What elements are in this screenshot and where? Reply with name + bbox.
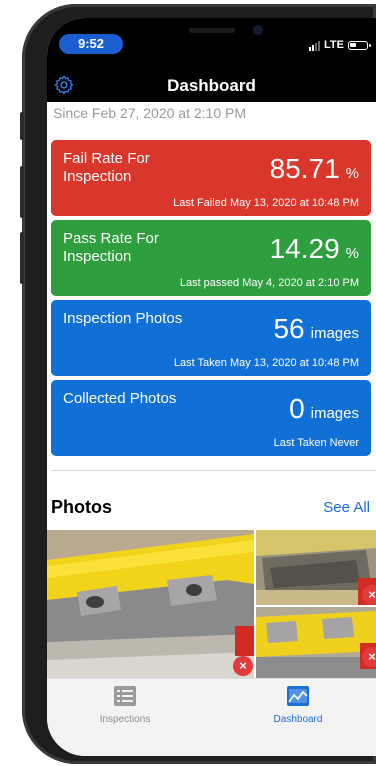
photo-image xyxy=(256,607,376,678)
card-value: 0 images xyxy=(289,394,359,424)
since-text: Since Feb 27, 2020 at 2:10 PM xyxy=(53,105,247,121)
card-label: Pass Rate For Inspection xyxy=(63,230,159,265)
collected-photos-card[interactable]: Collected Photos 0 images Last Taken Neve… xyxy=(51,380,371,456)
list-icon xyxy=(114,686,136,706)
tab-dashboard[interactable]: Dashboard xyxy=(228,685,368,725)
card-value: 14.29% xyxy=(270,234,359,264)
card-subtitle: Last Taken Never xyxy=(273,437,359,449)
card-subtitle: Last Taken May 13, 2020 at 10:48 PM xyxy=(173,357,359,369)
pass-rate-card[interactable]: Pass Rate For Inspection 14.29% Last pas… xyxy=(51,220,371,296)
delete-photo-button[interactable]: × xyxy=(362,585,376,605)
card-unit: images xyxy=(310,325,359,342)
app-screen: 9:52 LTE Dashboard Since Feb 27, 2020 at… xyxy=(47,18,376,756)
tab-label: Inspections xyxy=(99,714,151,725)
signal-icon xyxy=(309,40,320,51)
card-value: 56 images xyxy=(273,314,359,344)
card-subtitle: Last Failed May 13, 2020 at 10:48 PM xyxy=(173,197,359,209)
page-title: Dashboard xyxy=(167,76,256,95)
status-time[interactable]: 9:52 xyxy=(59,34,123,54)
top-bar: 9:52 LTE Dashboard xyxy=(47,18,376,102)
delete-photo-button[interactable]: × xyxy=(362,647,376,667)
see-all-link[interactable]: See All xyxy=(323,499,370,517)
inspection-photos-card[interactable]: Inspection Photos 56 images Last Taken Ma… xyxy=(51,300,371,376)
card-label: Fail Rate For Inspection xyxy=(63,150,150,185)
fail-rate-card[interactable]: Fail Rate For Inspection 85.71% Last Fai… xyxy=(51,140,371,216)
card-number: 0 xyxy=(289,393,305,424)
tab-bar: Inspections Dashboard xyxy=(47,678,376,756)
section-divider xyxy=(51,470,376,471)
tab-label: Dashboard xyxy=(273,714,323,725)
delete-photo-button[interactable]: × xyxy=(233,656,253,676)
card-number: 56 xyxy=(273,313,305,344)
speaker-grille xyxy=(189,28,235,33)
photo-image xyxy=(47,530,254,678)
photo-thumbnail-large[interactable]: × xyxy=(47,530,254,678)
side-button-volume-up xyxy=(20,166,24,218)
front-camera xyxy=(253,25,263,35)
card-unit: % xyxy=(345,245,359,262)
card-number: 14.29 xyxy=(269,233,340,264)
card-label: Collected Photos xyxy=(63,390,177,407)
notch xyxy=(159,18,299,44)
card-unit: % xyxy=(345,165,359,182)
photo-image xyxy=(256,530,376,605)
card-unit: images xyxy=(310,405,359,422)
battery-icon xyxy=(347,41,371,50)
side-button-volume-down xyxy=(20,232,24,284)
card-label: Inspection Photos xyxy=(63,310,183,327)
network-label: LTE xyxy=(324,39,344,51)
photo-thumbnail-bottom-right[interactable]: × xyxy=(256,607,376,678)
card-number: 85.71 xyxy=(269,153,340,184)
tab-inspections[interactable]: Inspections xyxy=(55,685,195,725)
photos-section-title: Photos xyxy=(51,497,112,517)
card-value: 85.71% xyxy=(270,154,359,184)
card-subtitle: Last passed May 4, 2020 at 2:10 PM xyxy=(179,277,359,289)
status-indicators: LTE xyxy=(309,37,371,51)
photo-thumbnail-top-right[interactable]: × xyxy=(256,530,376,605)
side-button-silent xyxy=(20,112,24,140)
chart-icon xyxy=(287,686,309,706)
